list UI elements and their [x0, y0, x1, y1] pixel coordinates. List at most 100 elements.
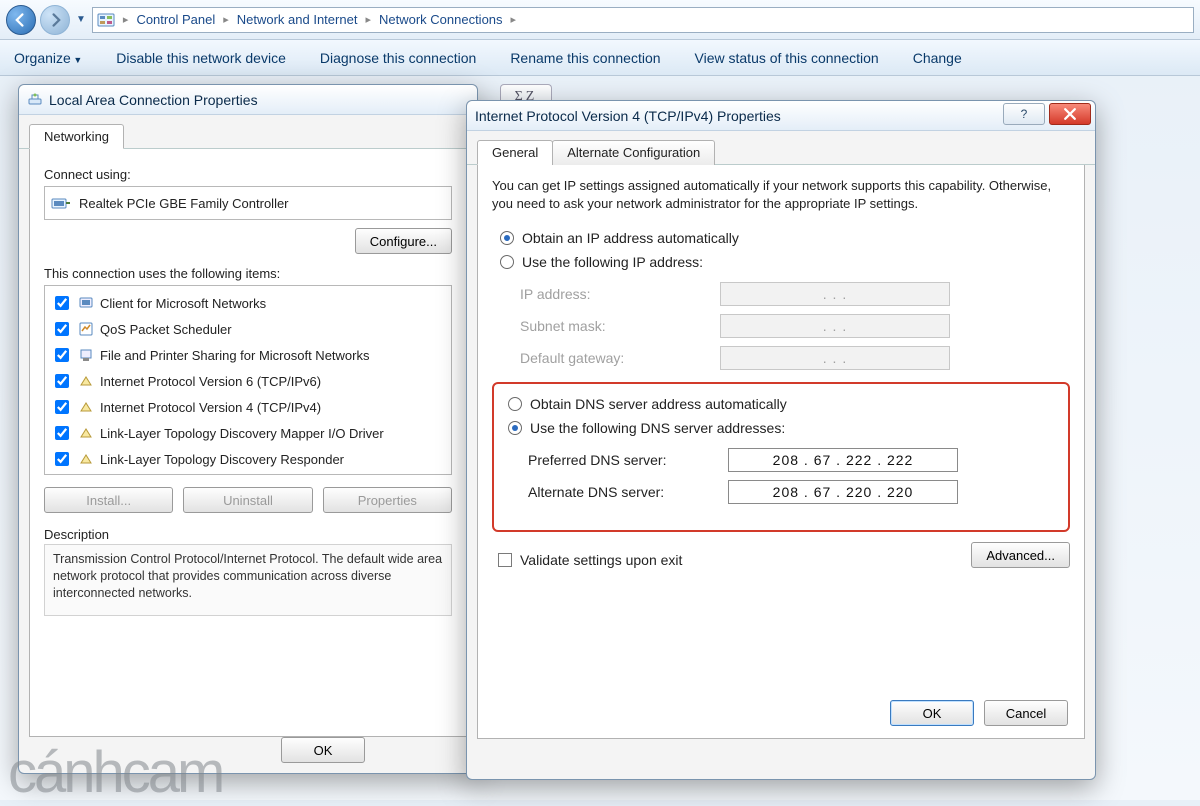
- subnet-label: Subnet mask:: [520, 318, 720, 334]
- items-label: This connection uses the following items…: [44, 266, 452, 281]
- breadcrumb-item[interactable]: Network and Internet: [237, 12, 358, 27]
- diagnose-cmd[interactable]: Diagnose this connection: [320, 50, 476, 66]
- uninstall-button[interactable]: Uninstall: [183, 487, 312, 513]
- lltd-icon: [78, 451, 94, 467]
- list-item[interactable]: Internet Protocol Version 6 (TCP/IPv6): [49, 368, 447, 394]
- radio-ip-auto[interactable]: Obtain an IP address automatically: [492, 226, 1070, 250]
- radio-icon: [500, 231, 514, 245]
- item-label: Internet Protocol Version 6 (TCP/IPv6): [100, 374, 321, 389]
- item-label: Link-Layer Topology Discovery Mapper I/O…: [100, 426, 384, 441]
- change-cmd[interactable]: Change: [913, 50, 962, 66]
- install-button[interactable]: Install...: [44, 487, 173, 513]
- lac-ok-button[interactable]: OK: [281, 737, 365, 763]
- lac-titlebar[interactable]: Local Area Connection Properties: [19, 85, 477, 115]
- connect-using-label: Connect using:: [44, 167, 452, 182]
- list-item[interactable]: Internet Protocol Version 4 (TCP/IPv4): [49, 394, 447, 420]
- preferred-dns-field[interactable]: 208 . 67 . 222 . 222: [728, 448, 958, 472]
- lac-tabrow: Networking: [19, 115, 477, 149]
- gateway-field: . . .: [720, 346, 950, 370]
- list-item[interactable]: File and Printer Sharing for Microsoft N…: [49, 342, 447, 368]
- radio-label: Obtain DNS server address automatically: [530, 396, 787, 412]
- properties-button[interactable]: Properties: [323, 487, 452, 513]
- adapter-field[interactable]: Realtek PCIe GBE Family Controller: [44, 186, 452, 220]
- radio-label: Obtain an IP address automatically: [522, 230, 739, 246]
- radio-label: Use the following DNS server addresses:: [530, 420, 785, 436]
- radio-icon: [500, 255, 514, 269]
- alternate-dns-field[interactable]: 208 . 67 . 220 . 220: [728, 480, 958, 504]
- radio-icon: [508, 421, 522, 435]
- fileshare-icon: [78, 347, 94, 363]
- item-checkbox[interactable]: [55, 400, 69, 414]
- ip-address-label: IP address:: [520, 286, 720, 302]
- item-label: Internet Protocol Version 4 (TCP/IPv4): [100, 400, 321, 415]
- breadcrumb-bar[interactable]: ▸ Control Panel ▸ Network and Internet ▸…: [92, 7, 1194, 33]
- alternate-dns-label: Alternate DNS server:: [528, 484, 728, 500]
- item-checkbox[interactable]: [55, 426, 69, 440]
- radio-dns-manual[interactable]: Use the following DNS server addresses:: [500, 416, 1062, 440]
- radio-dns-auto[interactable]: Obtain DNS server address automatically: [500, 392, 1062, 416]
- breadcrumb-sep: ▸: [359, 13, 377, 26]
- nav-forward-button[interactable]: [40, 5, 70, 35]
- advanced-button[interactable]: Advanced...: [971, 542, 1070, 568]
- connection-items-list[interactable]: Client for Microsoft Networks QoS Packet…: [44, 285, 452, 475]
- lac-properties-window: Local Area Connection Properties Network…: [18, 84, 478, 774]
- item-checkbox[interactable]: [55, 348, 69, 362]
- ipv4-tab-body: You can get IP settings assigned automat…: [477, 165, 1085, 739]
- preferred-dns-label: Preferred DNS server:: [528, 452, 728, 468]
- dns-highlight-box: Obtain DNS server address automatically …: [492, 382, 1070, 532]
- validate-label: Validate settings upon exit: [520, 552, 682, 568]
- description-text: Transmission Control Protocol/Internet P…: [44, 544, 452, 616]
- tab-general[interactable]: General: [477, 140, 553, 165]
- item-label: QoS Packet Scheduler: [100, 322, 232, 337]
- help-button[interactable]: ?: [1003, 103, 1045, 125]
- list-item[interactable]: Client for Microsoft Networks: [49, 290, 447, 316]
- radio-icon: [508, 397, 522, 411]
- item-checkbox[interactable]: [55, 374, 69, 388]
- adapter-icon: [51, 195, 71, 211]
- breadcrumb-sep: ▸: [217, 13, 235, 26]
- organize-menu[interactable]: Organize: [14, 50, 82, 66]
- explorer-navbar: ▼ ▸ Control Panel ▸ Network and Internet…: [0, 0, 1200, 40]
- item-label: File and Printer Sharing for Microsoft N…: [100, 348, 369, 363]
- list-item[interactable]: QoS Packet Scheduler: [49, 316, 447, 342]
- checkbox-icon[interactable]: [498, 553, 512, 567]
- protocol-icon: [78, 373, 94, 389]
- gateway-label: Default gateway:: [520, 350, 720, 366]
- tab-networking[interactable]: Networking: [29, 124, 124, 149]
- ipv4-cancel-button[interactable]: Cancel: [984, 700, 1068, 726]
- tab-alternate-config[interactable]: Alternate Configuration: [552, 140, 715, 165]
- rename-cmd[interactable]: Rename this connection: [510, 50, 660, 66]
- nav-history-dropdown[interactable]: ▼: [74, 14, 88, 25]
- item-checkbox[interactable]: [55, 296, 69, 310]
- breadcrumb-item[interactable]: Control Panel: [136, 12, 215, 27]
- radio-ip-manual[interactable]: Use the following IP address:: [492, 250, 1070, 274]
- nav-back-button[interactable]: [6, 5, 36, 35]
- control-panel-icon: [97, 11, 115, 29]
- list-item[interactable]: Link-Layer Topology Discovery Mapper I/O…: [49, 420, 447, 446]
- lac-title: Local Area Connection Properties: [49, 92, 258, 108]
- ipv4-ok-button[interactable]: OK: [890, 700, 974, 726]
- qos-icon: [78, 321, 94, 337]
- ipv4-title: Internet Protocol Version 4 (TCP/IPv4) P…: [475, 108, 781, 124]
- nic-icon: [27, 92, 43, 108]
- ip-address-field: . . .: [720, 282, 950, 306]
- item-checkbox[interactable]: [55, 452, 69, 466]
- breadcrumb-item[interactable]: Network Connections: [379, 12, 503, 27]
- ipv4-tabrow: General Alternate Configuration: [467, 131, 1095, 165]
- breadcrumb-sep: ▸: [505, 13, 523, 26]
- protocol-icon: [78, 399, 94, 415]
- item-checkbox[interactable]: [55, 322, 69, 336]
- view-status-cmd[interactable]: View status of this connection: [695, 50, 879, 66]
- subnet-field: . . .: [720, 314, 950, 338]
- radio-label: Use the following IP address:: [522, 254, 703, 270]
- disable-device-cmd[interactable]: Disable this network device: [116, 50, 286, 66]
- ipv4-intro-text: You can get IP settings assigned automat…: [492, 177, 1070, 212]
- lltd-icon: [78, 425, 94, 441]
- adapter-name: Realtek PCIe GBE Family Controller: [79, 196, 289, 211]
- configure-button[interactable]: Configure...: [355, 228, 452, 254]
- client-icon: [78, 295, 94, 311]
- close-button[interactable]: [1049, 103, 1091, 125]
- ipv4-titlebar[interactable]: Internet Protocol Version 4 (TCP/IPv4) P…: [467, 101, 1095, 131]
- lac-tab-body: Connect using: Realtek PCIe GBE Family C…: [29, 149, 467, 737]
- list-item[interactable]: Link-Layer Topology Discovery Responder: [49, 446, 447, 472]
